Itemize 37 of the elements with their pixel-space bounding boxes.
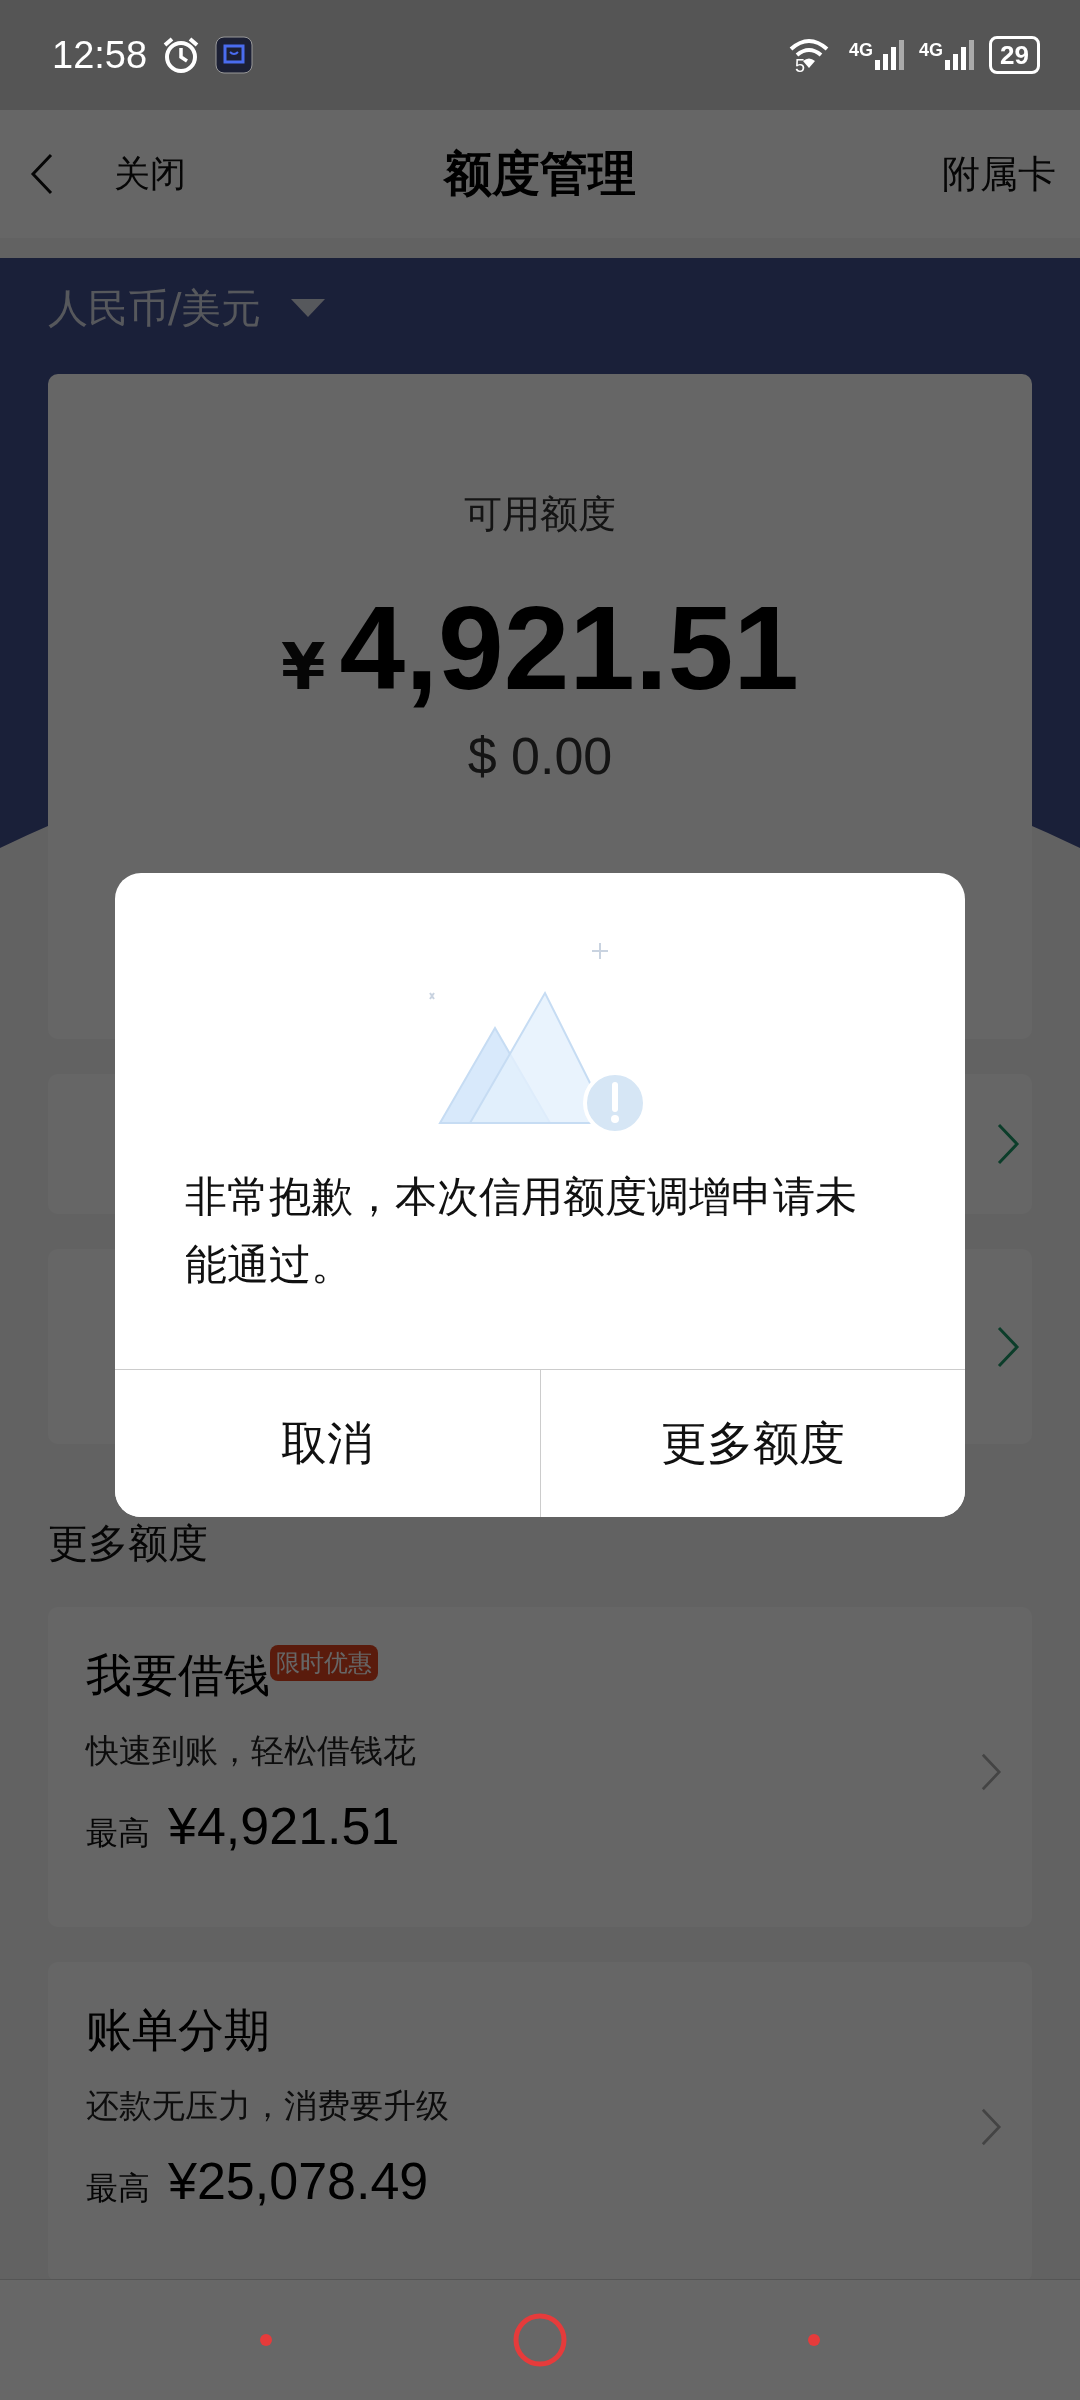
network-label: 4G bbox=[849, 40, 874, 61]
max-label: 最高 bbox=[86, 1813, 150, 1854]
signal-icon bbox=[875, 40, 906, 70]
offer-amount: ¥25,078.49 bbox=[168, 2151, 429, 2211]
time: 12:58 bbox=[52, 33, 148, 77]
signal-icon bbox=[945, 40, 976, 70]
balance-amount: 4,921.51 bbox=[339, 581, 799, 716]
nav-dot-icon[interactable] bbox=[259, 2333, 274, 2347]
balance-label: 可用额度 bbox=[464, 491, 616, 538]
chevron-icon bbox=[980, 1752, 1002, 1792]
promo-badge: 限时优惠 bbox=[270, 1645, 378, 1681]
usd-balance: $ 0.00 bbox=[467, 726, 613, 786]
dialog-message: 非常抱歉，本次信用额度调增申请未能通过。 bbox=[185, 1172, 857, 1289]
offer-title: 账单分期 bbox=[86, 2002, 270, 2059]
supplementary-card-link[interactable]: 附属卡 bbox=[942, 148, 1056, 200]
back-icon[interactable] bbox=[30, 152, 54, 196]
offer-card[interactable]: 账单分期 还款无压力，消费要升级 最高 ¥25,078.49 bbox=[48, 1962, 1032, 2282]
home-ring-icon[interactable] bbox=[512, 2312, 568, 2368]
max-label: 最高 bbox=[86, 2168, 150, 2209]
currency-symbol: ¥ bbox=[281, 630, 326, 704]
dropdown-icon[interactable] bbox=[291, 299, 326, 317]
chevron-icon bbox=[996, 1122, 1020, 1166]
section-title: 更多额度 bbox=[48, 1520, 208, 1566]
battery-level: 29 bbox=[989, 36, 1040, 74]
chevron-icon bbox=[996, 1324, 1020, 1369]
network-label: 4G bbox=[919, 40, 944, 61]
close-link[interactable]: 关闭 bbox=[114, 149, 186, 199]
chevron-icon bbox=[980, 2107, 1002, 2147]
wifi-band-label: 5 bbox=[795, 55, 806, 77]
app-icon bbox=[215, 36, 254, 74]
offer-title: 我要借钱 bbox=[86, 1647, 270, 1704]
page-title: 额度管理 bbox=[444, 145, 636, 201]
offer-subtitle: 快速到账，轻松借钱花 bbox=[86, 1731, 416, 1770]
offer-amount: ¥4,921.51 bbox=[168, 1796, 400, 1856]
offer-subtitle: 还款无压力，消费要升级 bbox=[86, 2086, 449, 2125]
nav-dot-icon[interactable] bbox=[806, 2333, 821, 2347]
more-limit-button[interactable]: 更多额度 bbox=[539, 1370, 965, 1517]
